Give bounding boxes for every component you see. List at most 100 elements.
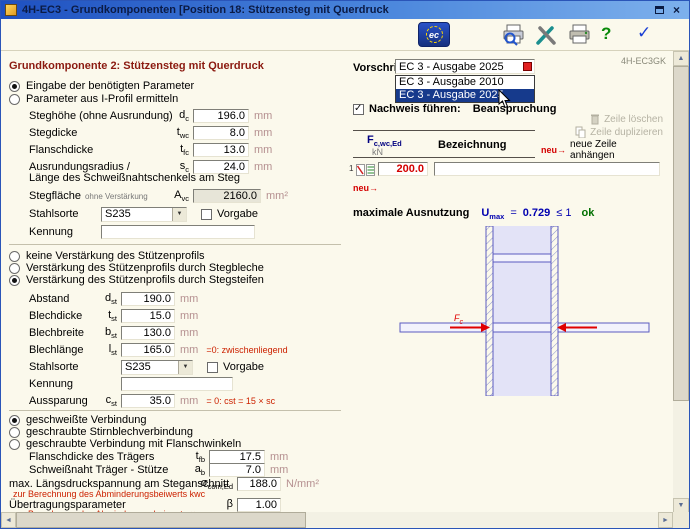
result-eq: = — [510, 207, 516, 219]
titlebar[interactable]: 4H-EC3 - Grundkomponenten [Position 18: … — [1, 1, 689, 19]
dropdown-option-2010[interactable]: EC 3 - Ausgabe 2010 — [396, 76, 534, 89]
chevron-down-icon[interactable]: ▼ — [172, 208, 186, 221]
param-label: Steghöhe (ohne Ausrundung) — [29, 110, 165, 122]
param-row-blechlaenge: Blechlänge lst mm =0: zwischenliegend — [29, 343, 288, 357]
aussparung-input[interactable] — [121, 394, 175, 408]
result-symbol: Umax — [481, 207, 504, 221]
maximize-button[interactable] — [651, 3, 668, 17]
radio-keine-verstaerkung[interactable]: keine Verstärkung des Stützenprofils — [9, 250, 205, 262]
neu-append-button[interactable]: neu→ — [353, 183, 378, 194]
param-label: Kennung — [29, 378, 121, 390]
stahlsorte-row-1: Stahlsorte S235 ▼ Vorgabe — [29, 207, 258, 221]
confirm-button[interactable]: ✓ — [637, 23, 651, 43]
kennung-input[interactable] — [101, 225, 255, 239]
fcwced-input[interactable] — [378, 162, 428, 176]
vorschrift-value: EC 3 - Ausgabe 2025 — [396, 61, 523, 73]
param-label: Blechdicke — [29, 310, 95, 322]
blechbreite-input[interactable] — [121, 326, 175, 340]
vorgabe-checkbox[interactable] — [201, 209, 212, 220]
scrollbar-corner — [673, 512, 689, 528]
blechdicke-input[interactable] — [121, 309, 175, 323]
zeile-loeschen-button[interactable]: Zeile löschen — [541, 113, 663, 125]
kennung2-input[interactable] — [121, 377, 233, 391]
dropdown-option-2025[interactable]: EC 3 - Ausgabe 2025 — [396, 89, 534, 102]
traeger-flanschdicke-input[interactable] — [209, 450, 265, 464]
param-row-aussparung: Aussparung cst mm = 0: cst = 15 × sc — [29, 394, 275, 408]
result-label: maximale Ausnutzung — [353, 207, 469, 219]
param-label: Blechlänge — [29, 344, 95, 356]
radio-label: keine Verstärkung des Stützenprofils — [26, 250, 205, 262]
radio-icon[interactable] — [9, 94, 20, 105]
sigma-input[interactable] — [237, 477, 281, 491]
param-symbol: tfb — [181, 450, 205, 464]
param-symbol: bst — [95, 326, 117, 340]
radio-stirnblech[interactable]: geschraubte Stirnblechverbindung — [9, 426, 193, 438]
close-button[interactable]: × — [668, 3, 685, 17]
combo-alert-icon[interactable] — [523, 62, 532, 71]
tools-button[interactable] — [534, 23, 559, 50]
radio-icon[interactable] — [9, 427, 20, 438]
vertical-scrollbar-thumb[interactable] — [673, 66, 689, 401]
radio-icon[interactable] — [9, 275, 20, 286]
chevron-down-icon[interactable]: ▼ — [178, 361, 192, 374]
param-label-line2: Länge des Schweißnahtschenkels am Steg — [29, 172, 240, 184]
param-label: Flanschdicke des Trägers — [29, 451, 181, 463]
radio-label: Verstärkung des Stützenprofils durch Ste… — [26, 274, 264, 286]
table-header-line-top — [353, 130, 535, 131]
radio-label: geschraubte Verbindung mit Flanschwinkel… — [26, 438, 241, 450]
vorgabe2-checkbox[interactable] — [207, 362, 218, 373]
help-button[interactable]: ? — [601, 24, 611, 44]
stegdicke-input[interactable] — [193, 126, 249, 140]
radio-icon[interactable] — [9, 263, 20, 274]
print-preview-button[interactable] — [501, 23, 526, 50]
vorschrift-select[interactable]: EC 3 - Ausgabe 2025 — [395, 59, 535, 74]
flanschdicke-input[interactable] — [193, 143, 249, 157]
radio-geschweisst[interactable]: geschweißte Verbindung — [9, 414, 146, 426]
schweissnaht-input[interactable] — [209, 463, 265, 477]
bezeichnung-input[interactable] — [434, 162, 660, 176]
radio-eingabe-parameter[interactable]: Eingabe der benötigten Parameter — [9, 80, 194, 92]
param-label: Aussparung — [29, 395, 95, 407]
steghoehe-input[interactable] — [193, 109, 249, 123]
radio-icon[interactable] — [9, 415, 20, 426]
scroll-right-button[interactable]: ► — [658, 512, 673, 528]
radio-stegbleche[interactable]: Verstärkung des Stützenprofils durch Ste… — [9, 262, 264, 274]
kennung-row-1: Kennung — [29, 225, 255, 239]
unit-label: mm — [254, 144, 272, 156]
param-row-abstand: Abstand dst mm — [29, 292, 198, 306]
action-label: Zeile duplizieren — [590, 127, 663, 138]
stahlsorte2-select[interactable]: S235 ▼ — [121, 360, 193, 375]
param-symbol: β — [199, 498, 233, 512]
horizontal-scrollbar-thumb[interactable] — [16, 512, 306, 528]
param-symbol: tst — [95, 309, 117, 323]
scroll-up-button[interactable]: ▲ — [673, 51, 689, 66]
abstand-input[interactable] — [121, 292, 175, 306]
radio-icon[interactable] — [9, 81, 20, 92]
scroll-down-button[interactable]: ▼ — [673, 498, 689, 513]
radio-icon[interactable] — [9, 251, 20, 262]
unit-label: mm — [180, 344, 198, 356]
app-icon — [5, 4, 17, 16]
row-tool-icons[interactable] — [356, 163, 376, 177]
stahlsorte-select[interactable]: S235 ▼ — [101, 207, 187, 222]
print-button[interactable] — [567, 23, 592, 50]
radio-iprofil[interactable]: Parameter aus I-Profil ermitteln — [9, 93, 178, 105]
unit-label: mm — [180, 310, 198, 322]
horizontal-scrollbar[interactable]: ◄ ► — [1, 512, 673, 528]
param-symbol: lst — [95, 343, 117, 357]
unit-label: mm — [254, 161, 272, 173]
scroll-left-button[interactable]: ◄ — [1, 512, 16, 528]
param-row-schweissnaht: Schweißnaht Träger - Stütze ab mm — [29, 463, 288, 477]
vertical-scrollbar[interactable]: ▲ ▼ — [673, 51, 689, 513]
blechlaenge-input[interactable] — [121, 343, 175, 357]
neue-zeile-anhaengen-button[interactable]: neu→ neue Zeile anhängen — [541, 139, 663, 161]
param-label: Stahlsorte — [29, 208, 101, 220]
beta-input[interactable] — [237, 498, 281, 512]
radio-flanschwinkel[interactable]: geschraubte Verbindung mit Flanschwinkel… — [9, 438, 241, 450]
nachweis-checkbox[interactable] — [353, 104, 364, 115]
unit-label: mm — [180, 327, 198, 339]
zeile-duplizieren-button[interactable]: Zeile duplizieren — [541, 126, 663, 138]
ec-logo-button[interactable]: ec — [418, 22, 450, 47]
radio-icon[interactable] — [9, 439, 20, 450]
radio-stegsteifen[interactable]: Verstärkung des Stützenprofils durch Ste… — [9, 274, 264, 286]
